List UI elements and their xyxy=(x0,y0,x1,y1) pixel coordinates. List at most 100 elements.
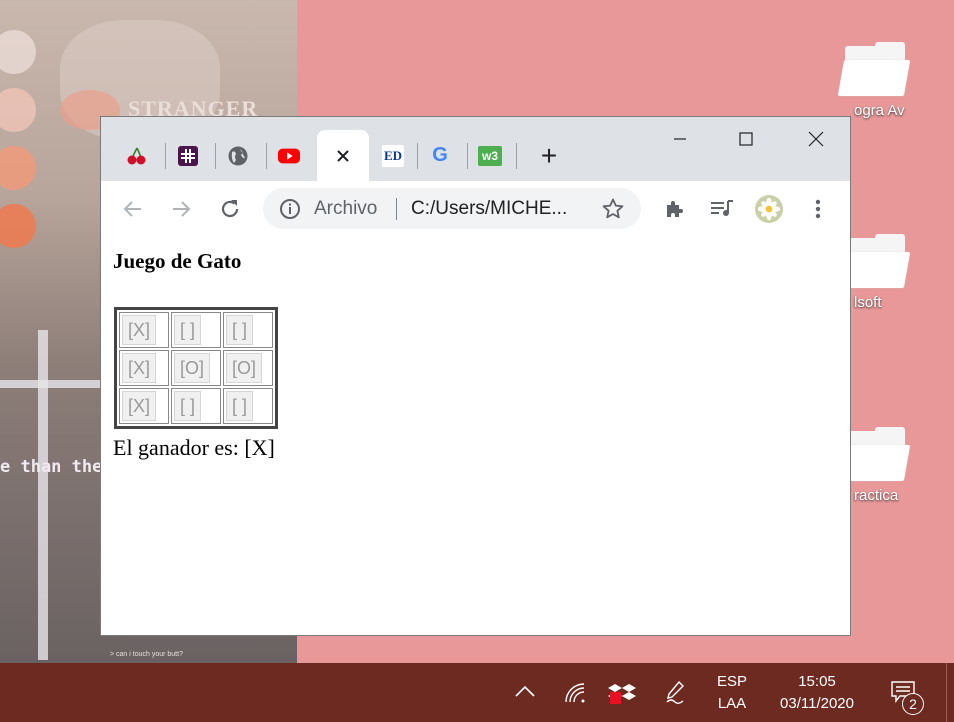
page-content: Juego de Gato [X] [ ] [ ] [X] [O] [O] [X… xyxy=(101,236,850,635)
board-row: [X] [ ] [ ] xyxy=(119,312,273,348)
browser-toolbar: Archivo C:/Users/MICHE... xyxy=(101,181,850,237)
globe-icon xyxy=(227,145,249,167)
w3-icon: w3 xyxy=(478,145,502,166)
ed-icon-text: ED xyxy=(383,147,403,163)
action-center-button[interactable]: 2 xyxy=(890,680,924,715)
keyboard-layout: LAA xyxy=(717,695,747,712)
cell-button[interactable]: [X] xyxy=(122,353,157,383)
winner-text: El ganador es: [X] xyxy=(113,435,275,460)
scheme-label: Archivo xyxy=(314,198,378,219)
board-cell: [ ] xyxy=(171,312,221,348)
cell-button[interactable]: [ ] xyxy=(226,391,254,421)
taskbar: ESP LAA 15:05 03/11/2020 2 xyxy=(0,663,954,722)
pen-workspace-button[interactable] xyxy=(663,680,687,711)
url-text[interactable]: C:/Users/MICHE... xyxy=(411,198,567,220)
desktop-folder-label: ractica xyxy=(854,487,899,504)
tab-strip: ED G w3 + xyxy=(101,117,850,181)
cell-button[interactable]: [O] xyxy=(226,353,263,383)
dropbox-icon xyxy=(608,684,636,704)
cherry-icon xyxy=(126,145,148,167)
reload-icon xyxy=(221,200,239,218)
board-cell: [X] xyxy=(119,388,169,424)
tab-w3schools[interactable]: w3 xyxy=(470,130,510,181)
cell-button[interactable]: [ ] xyxy=(174,391,202,421)
dropbox-button[interactable] xyxy=(608,680,636,711)
board-row: [X] [ ] [ ] xyxy=(119,388,273,424)
close-icon[interactable] xyxy=(332,145,354,167)
network-button[interactable] xyxy=(563,681,587,710)
wifi-icon xyxy=(565,683,585,703)
plus-icon: + xyxy=(540,139,558,171)
maximize-button[interactable] xyxy=(713,117,779,161)
board-cell: [O] xyxy=(171,350,221,386)
board-cell: [ ] xyxy=(171,388,221,424)
board-cell: [X] xyxy=(119,312,169,348)
forward-button[interactable] xyxy=(167,195,195,223)
cell-button[interactable]: [ ] xyxy=(226,315,254,345)
board-cell: [ ] xyxy=(223,312,273,348)
language-code: ESP xyxy=(716,673,747,690)
desktop-folder-label: lsoft xyxy=(854,294,882,311)
page-title: Juego de Gato xyxy=(113,249,242,273)
chevron-up-icon xyxy=(515,685,535,697)
minimize-icon xyxy=(674,138,686,140)
show-hidden-icons-button[interactable] xyxy=(514,683,536,704)
bookmark-star-icon[interactable] xyxy=(601,197,625,226)
clock-time: 15:05 xyxy=(798,673,836,690)
kebab-menu-icon xyxy=(815,199,821,219)
pen-icon xyxy=(666,680,684,704)
google-icon: G xyxy=(429,144,451,167)
game-board: [X] [ ] [ ] [X] [O] [O] [X] [ ] [ ] xyxy=(114,307,278,429)
tab-slack[interactable] xyxy=(168,130,208,181)
playlist-music-icon xyxy=(711,200,733,216)
media-control-button[interactable] xyxy=(708,195,736,223)
tab-globe[interactable] xyxy=(218,130,258,181)
back-arrow-icon xyxy=(123,201,141,217)
close-icon xyxy=(808,131,824,147)
address-separator xyxy=(396,198,397,220)
board-cell: [X] xyxy=(119,350,169,386)
tab-cherry[interactable] xyxy=(117,130,157,181)
slack-icon xyxy=(177,145,199,167)
board-row: [X] [O] [O] xyxy=(119,350,273,386)
close-window-button[interactable] xyxy=(783,117,849,161)
clock-date: 03/11/2020 xyxy=(780,695,854,712)
board-cell: [O] xyxy=(223,350,273,386)
avatar-flower-icon xyxy=(755,195,783,223)
menu-button[interactable] xyxy=(804,195,832,223)
forward-arrow-icon xyxy=(173,201,191,217)
new-tab-button[interactable]: + xyxy=(529,130,569,181)
cell-button[interactable]: [ ] xyxy=(174,315,202,345)
tab-active[interactable] xyxy=(317,130,369,181)
tab-ed[interactable]: ED xyxy=(373,130,413,181)
show-desktop-button[interactable] xyxy=(946,663,954,722)
info-icon[interactable] xyxy=(279,198,301,225)
w3-icon-text: w3 xyxy=(481,148,498,163)
youtube-icon xyxy=(278,145,300,167)
board-cell: [ ] xyxy=(223,388,273,424)
folder-icon xyxy=(837,42,911,96)
cell-button[interactable]: [X] xyxy=(122,315,157,345)
ed-icon: ED xyxy=(382,144,404,167)
minimize-button[interactable] xyxy=(647,117,713,161)
profile-avatar[interactable] xyxy=(755,195,783,223)
tab-youtube[interactable] xyxy=(269,130,309,181)
address-bar[interactable]: Archivo C:/Users/MICHE... xyxy=(263,188,641,229)
google-icon-text: G xyxy=(432,144,448,166)
browser-window: ED G w3 + Archivo C:/Users/MICHE... Jueg… xyxy=(100,116,851,636)
desktop-folder-label: ogra Av xyxy=(854,102,905,119)
cell-button[interactable]: [O] xyxy=(174,353,211,383)
puzzle-icon xyxy=(667,201,683,217)
desktop-folder-1[interactable]: ogra Av xyxy=(836,42,912,119)
wallpaper-phrase-text: e than the xyxy=(0,457,103,477)
clock[interactable]: 15:05 03/11/2020 xyxy=(766,671,868,715)
reload-button[interactable] xyxy=(216,195,244,223)
cell-button[interactable]: [X] xyxy=(122,391,157,421)
tab-google[interactable]: G xyxy=(420,130,460,181)
wallpaper-small-text: > can i touch your butt? xyxy=(110,651,183,658)
extensions-button[interactable] xyxy=(661,195,689,223)
language-indicator[interactable]: ESP LAA xyxy=(708,671,756,715)
notification-count-badge: 2 xyxy=(902,693,924,715)
back-button[interactable] xyxy=(119,195,147,223)
maximize-icon xyxy=(739,132,753,146)
